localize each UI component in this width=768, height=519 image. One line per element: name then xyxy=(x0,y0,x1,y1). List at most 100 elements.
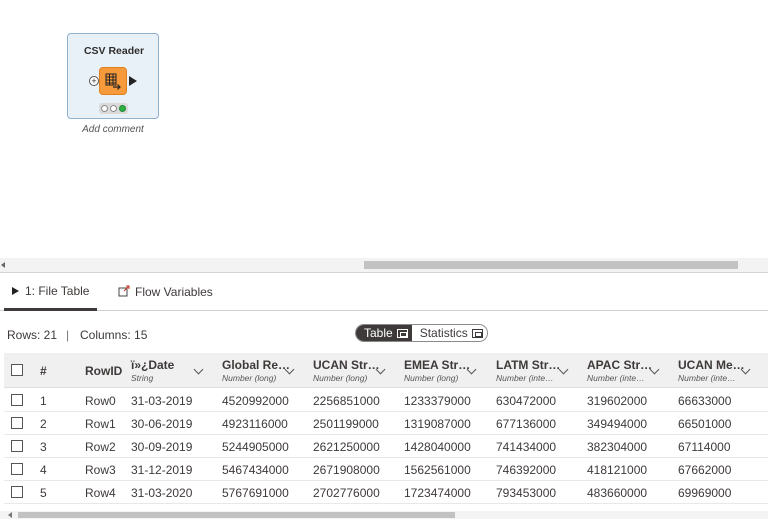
open-window-icon[interactable] xyxy=(396,328,408,338)
table-cell: 67114000 xyxy=(678,440,731,454)
table-cell: 5767691000 xyxy=(222,486,289,500)
table-cell: 2621250000 xyxy=(313,440,380,454)
table-horizontal-scrollbar[interactable] xyxy=(0,511,768,519)
tab-label: Flow Variables xyxy=(135,285,213,299)
flow-variable-icon xyxy=(118,284,130,300)
table-cell: 2501199000 xyxy=(313,417,379,431)
node-title: CSV Reader xyxy=(83,45,145,57)
table-cell: 2671908000 xyxy=(313,463,380,477)
table-cell: 5244905000 xyxy=(222,440,289,454)
table-cell: 1723474000 xyxy=(404,486,471,500)
canvas-scrollbar-thumb[interactable] xyxy=(364,261,738,269)
table-row[interactable]: 2 Row1 30-06-2019 4923116000 2501199000 13190… xyxy=(4,412,768,435)
table-cell: 67662000 xyxy=(678,463,732,477)
table-row[interactable]: 5 Row4 31-03-2020 5767691000 2702776000 17234… xyxy=(4,481,768,504)
table-cell: 69969000 xyxy=(678,486,732,500)
tab-file-table[interactable]: 1: File Table xyxy=(4,273,98,311)
table-cell: 4923116000 xyxy=(222,417,288,431)
chevron-down-icon[interactable] xyxy=(193,364,204,375)
table-cell: 483660000 xyxy=(587,486,648,500)
table-cell: 418121000 xyxy=(587,463,648,477)
table-cell: 5467434000 xyxy=(222,463,289,477)
play-icon xyxy=(12,286,19,295)
chevron-down-icon[interactable] xyxy=(649,364,660,375)
table-cell: 630472000 xyxy=(496,394,557,408)
tab-label: 1: File Table xyxy=(25,283,90,298)
row-count: Rows: 21 xyxy=(7,328,58,342)
select-all-checkbox[interactable] xyxy=(11,364,23,376)
table-cell: 4 xyxy=(40,463,47,477)
scroll-left-arrow-icon[interactable] xyxy=(1,262,5,268)
node-status-traffic-light xyxy=(99,103,128,114)
table-cell: 1 xyxy=(40,394,47,408)
csv-table-icon[interactable] xyxy=(99,67,127,95)
row-checkbox[interactable] xyxy=(11,394,23,406)
table-cell: 1428040000 xyxy=(404,440,471,454)
table-cell: 741434000 xyxy=(496,440,557,454)
table-header: # RowID ï»¿Date String Global Re… Number… xyxy=(4,353,768,388)
column-header-latm-streaming[interactable]: LATM Str… Number (inte… xyxy=(496,353,578,388)
csv-reader-node[interactable]: CSV Reader + xyxy=(67,33,159,119)
column-header-ucan-streaming[interactable]: UCAN Str… Number (long) xyxy=(313,353,395,388)
table-cell: 30-09-2019 xyxy=(131,440,193,454)
toggle-table-option[interactable]: Table xyxy=(356,325,412,341)
table-cell: 66501000 xyxy=(678,417,732,431)
column-header-index: # xyxy=(40,364,47,378)
table-row[interactable]: 1 Row0 31-03-2019 4520992000 2256851000 12333… xyxy=(4,389,768,412)
column-count: Columns: 15 xyxy=(80,328,148,342)
chevron-down-icon[interactable] xyxy=(284,364,295,375)
table-cell: 31-12-2019 xyxy=(131,463,193,477)
scroll-left-arrow-icon[interactable] xyxy=(8,512,12,518)
table-cell: 2702776000 xyxy=(313,486,380,500)
status-light-green-icon xyxy=(119,105,126,112)
node-output-panel: 1: File Table Flow Variables Rows: 21 | … xyxy=(0,272,768,519)
table-statistics-toggle[interactable]: Table Statistics xyxy=(355,324,488,342)
table-row[interactable]: 4 Row3 31-12-2019 5467434000 2671908000 15625… xyxy=(4,458,768,481)
table-cell: 746392000 xyxy=(496,463,557,477)
status-light-yellow-icon xyxy=(110,105,117,112)
status-light-red-icon xyxy=(101,105,108,112)
canvas-horizontal-scrollbar[interactable] xyxy=(0,258,768,272)
table-cell: 5 xyxy=(40,486,47,500)
column-header-global-revenue[interactable]: Global Re… Number (long) xyxy=(222,353,304,388)
chevron-down-icon[interactable] xyxy=(466,364,477,375)
data-table: # RowID ï»¿Date String Global Re… Number… xyxy=(4,353,768,505)
table-cell: 349494000 xyxy=(587,417,648,431)
chevron-down-icon[interactable] xyxy=(558,364,569,375)
table-scrollbar-thumb[interactable] xyxy=(18,512,455,518)
column-header-rowid[interactable]: RowID xyxy=(85,353,130,388)
table-row[interactable]: 3 Row2 30-09-2019 5244905000 2621250000 14280… xyxy=(4,435,768,458)
table-cell: 677136000 xyxy=(496,417,557,431)
table-cell: 2256851000 xyxy=(313,394,380,408)
column-header-date[interactable]: ï»¿Date String xyxy=(131,353,213,388)
tab-flow-variables[interactable]: Flow Variables xyxy=(110,273,221,311)
row-checkbox[interactable] xyxy=(11,440,23,452)
table-cell: 31-03-2019 xyxy=(131,394,193,408)
row-checkbox[interactable] xyxy=(11,417,23,429)
table-cell: Row0 xyxy=(85,394,116,408)
chevron-down-icon[interactable] xyxy=(375,364,386,375)
table-cell: 66633000 xyxy=(678,394,732,408)
row-checkbox[interactable] xyxy=(11,486,23,498)
workflow-canvas[interactable]: CSV Reader + Add comment xyxy=(0,0,768,258)
table-cell: 1319087000 xyxy=(404,417,471,431)
chevron-down-icon[interactable] xyxy=(740,364,751,375)
info-separator: | xyxy=(66,328,70,342)
table-cell: 4520992000 xyxy=(222,394,289,408)
table-cell: 2 xyxy=(40,417,47,431)
table-cell: 793453000 xyxy=(496,486,557,500)
column-header-apac-streaming[interactable]: APAC Str… Number (inte… xyxy=(587,353,669,388)
table-cell: 319602000 xyxy=(587,394,648,408)
column-header-ucan-members[interactable]: UCAN Me… Number (inte… xyxy=(678,353,760,388)
table-cell: 382304000 xyxy=(587,440,648,454)
open-window-icon[interactable] xyxy=(471,328,483,338)
table-cell: 1233379000 xyxy=(404,394,471,408)
table-cell: Row3 xyxy=(85,463,116,477)
add-input-port-icon[interactable]: + xyxy=(89,76,99,86)
output-port-icon[interactable] xyxy=(129,76,137,86)
toggle-statistics-option[interactable]: Statistics xyxy=(411,325,487,341)
table-cell: Row1 xyxy=(85,417,116,431)
add-comment-label[interactable]: Add comment xyxy=(67,124,159,135)
row-checkbox[interactable] xyxy=(11,463,23,475)
column-header-emea-streaming[interactable]: EMEA Str… Number (long) xyxy=(404,353,486,388)
